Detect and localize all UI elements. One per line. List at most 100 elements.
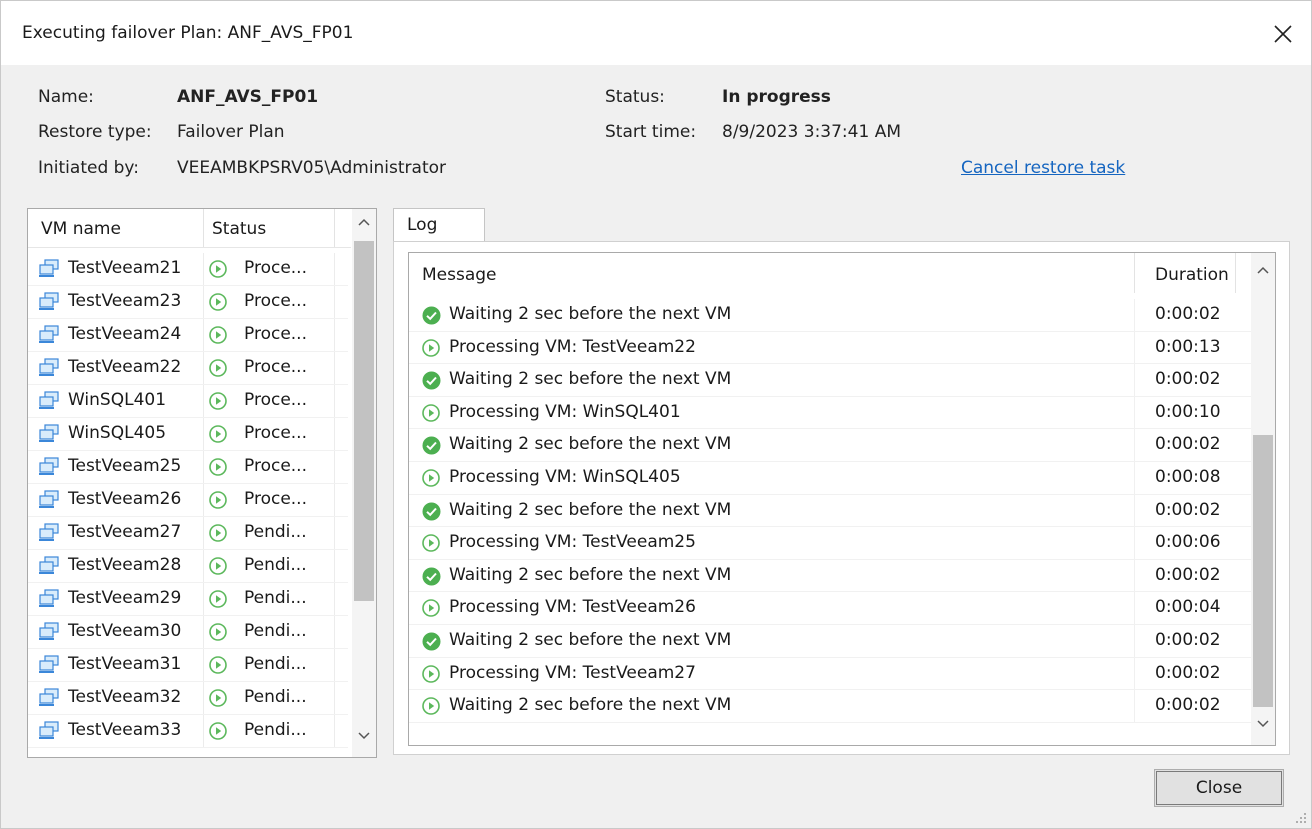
column-header-vm-name[interactable]: VM name: [41, 219, 121, 239]
vm-row[interactable]: TestVeeam31 Pendi...: [28, 649, 348, 682]
log-row[interactable]: Processing VM: TestVeeam26 0:00:04: [409, 592, 1251, 626]
vm-status: Proce...: [244, 456, 307, 476]
vm-icon: [38, 688, 60, 708]
scroll-down-icon[interactable]: [1251, 719, 1275, 737]
vm-row[interactable]: TestVeeam28 Pendi...: [28, 550, 348, 583]
vm-icon: [38, 589, 60, 609]
close-button[interactable]: Close: [1154, 769, 1284, 807]
tab-log[interactable]: Log: [393, 208, 485, 243]
initiated-by-label: Initiated by:: [38, 158, 139, 178]
vm-icon: [38, 523, 60, 543]
vm-name: TestVeeam27: [68, 522, 182, 542]
play-circle-icon: [422, 534, 441, 553]
play-circle-icon: [209, 425, 227, 443]
vm-name: TestVeeam21: [68, 258, 182, 278]
vm-row[interactable]: TestVeeam25 Proce...: [28, 451, 348, 484]
vm-row[interactable]: TestVeeam26 Proce...: [28, 484, 348, 517]
play-circle-icon: [209, 491, 227, 509]
play-circle-icon: [209, 260, 227, 278]
log-list[interactable]: Message Duration Waiting 2 sec before th…: [408, 252, 1276, 746]
vm-row[interactable]: TestVeeam32 Pendi...: [28, 682, 348, 715]
log-duration: 0:00:02: [1155, 695, 1221, 716]
play-circle-icon: [209, 359, 227, 377]
vm-status: Pendi...: [244, 654, 307, 674]
vm-status: Pendi...: [244, 588, 307, 608]
start-time-label: Start time:: [605, 122, 697, 142]
resize-grip-icon[interactable]: [1295, 812, 1307, 824]
vm-icon: [38, 556, 60, 576]
play-circle-icon: [422, 338, 441, 358]
vm-list-header: VM name Status: [28, 209, 351, 248]
vm-status: Proce...: [244, 489, 307, 509]
scroll-up-icon[interactable]: [1251, 265, 1275, 283]
vm-name: TestVeeam25: [68, 456, 182, 476]
window-close-button[interactable]: [1263, 14, 1303, 54]
log-row[interactable]: Waiting 2 sec before the next VM 0:00:02: [409, 690, 1251, 724]
scroll-thumb[interactable]: [354, 241, 374, 601]
play-circle-icon: [209, 458, 227, 476]
vm-icon: [38, 622, 60, 642]
log-row[interactable]: Waiting 2 sec before the next VM 0:00:02: [409, 299, 1251, 332]
log-row[interactable]: Processing VM: TestVeeam22 0:00:13: [409, 331, 1251, 365]
scroll-down-icon[interactable]: [352, 731, 376, 749]
success-check-icon: [422, 567, 441, 586]
column-header-status[interactable]: Status: [212, 219, 266, 239]
vm-icon: [38, 391, 60, 411]
log-row[interactable]: Processing VM: WinSQL401 0:00:10: [409, 396, 1251, 430]
vm-name: TestVeeam33: [68, 720, 182, 740]
cancel-restore-link[interactable]: Cancel restore task: [961, 158, 1125, 178]
vm-icon: [38, 358, 60, 378]
log-list-scrollbar[interactable]: [1251, 253, 1275, 745]
name-label: Name:: [38, 87, 94, 107]
log-row[interactable]: Processing VM: TestVeeam27 0:00:02: [409, 657, 1251, 691]
play-circle-icon: [209, 689, 227, 707]
log-duration: 0:00:13: [1155, 336, 1221, 357]
log-message: Waiting 2 sec before the next VM: [449, 695, 732, 716]
vm-status: Proce...: [244, 291, 307, 311]
window-title: Executing failover Plan: ANF_AVS_FP01: [22, 23, 354, 43]
vm-row[interactable]: TestVeeam21 Proce...: [28, 253, 348, 286]
log-duration: 0:00:08: [1155, 466, 1221, 487]
log-duration: 0:00:02: [1155, 662, 1221, 683]
log-row[interactable]: Waiting 2 sec before the next VM 0:00:02: [409, 559, 1251, 593]
log-row[interactable]: Waiting 2 sec before the next VM 0:00:02: [409, 364, 1251, 398]
vm-row[interactable]: TestVeeam27 Pendi...: [28, 517, 348, 550]
log-rows: Waiting 2 sec before the next VM 0:00:02 P…: [409, 299, 1251, 724]
vm-name: TestVeeam29: [68, 588, 182, 608]
log-row[interactable]: Processing VM: WinSQL405 0:00:08: [409, 461, 1251, 495]
vm-row[interactable]: TestVeeam29 Pendi...: [28, 583, 348, 616]
column-header-message[interactable]: Message: [422, 265, 497, 285]
vm-row[interactable]: TestVeeam22 Proce...: [28, 352, 348, 385]
close-icon: [1274, 25, 1292, 43]
log-row[interactable]: Waiting 2 sec before the next VM 0:00:02: [409, 494, 1251, 528]
log-message: Processing VM: TestVeeam25: [449, 532, 696, 553]
vm-row[interactable]: WinSQL401 Proce...: [28, 385, 348, 418]
vm-icon: [38, 325, 60, 345]
scroll-up-icon[interactable]: [352, 217, 376, 235]
log-row[interactable]: Waiting 2 sec before the next VM 0:00:02: [409, 429, 1251, 463]
log-duration: 0:00:02: [1155, 629, 1221, 650]
play-circle-icon: [209, 524, 227, 542]
play-circle-icon: [422, 697, 441, 716]
vm-row[interactable]: TestVeeam24 Proce...: [28, 319, 348, 352]
vm-list-scrollbar[interactable]: [352, 209, 376, 757]
log-message: Waiting 2 sec before the next VM: [449, 434, 732, 455]
log-message: Processing VM: TestVeeam22: [449, 336, 696, 357]
vm-row[interactable]: TestVeeam33 Pendi...: [28, 715, 348, 748]
log-message: Processing VM: WinSQL401: [449, 401, 681, 422]
column-header-duration[interactable]: Duration: [1155, 265, 1229, 285]
log-message: Waiting 2 sec before the next VM: [449, 304, 732, 324]
log-row[interactable]: Processing VM: TestVeeam25 0:00:06: [409, 527, 1251, 561]
vm-status: Pendi...: [244, 720, 307, 740]
play-circle-icon: [209, 722, 227, 740]
vm-list[interactable]: VM name Status TestVeeam21 Proce... TestVe…: [27, 208, 377, 758]
log-message: Waiting 2 sec before the next VM: [449, 369, 732, 390]
restore-type-value: Failover Plan: [177, 122, 285, 142]
vm-row[interactable]: TestVeeam23 Proce...: [28, 286, 348, 319]
log-row[interactable]: Waiting 2 sec before the next VM 0:00:02: [409, 624, 1251, 658]
vm-status: Proce...: [244, 357, 307, 377]
log-message: Waiting 2 sec before the next VM: [449, 499, 732, 520]
vm-row[interactable]: TestVeeam30 Pendi...: [28, 616, 348, 649]
vm-row[interactable]: WinSQL405 Proce...: [28, 418, 348, 451]
scroll-thumb[interactable]: [1253, 435, 1273, 707]
